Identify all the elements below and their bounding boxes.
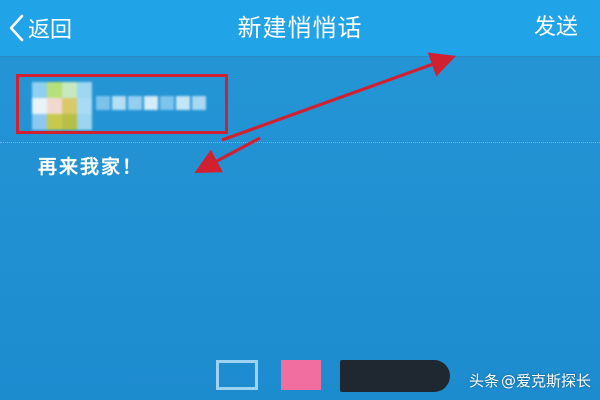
color-swatch-dark[interactable]: [340, 360, 450, 392]
message-text[interactable]: 再来我家！: [38, 152, 143, 179]
color-swatch-outline[interactable]: [216, 360, 258, 390]
color-swatch-pink[interactable]: [281, 360, 321, 390]
nav-header: 返回 新建悄悄话 发送: [0, 0, 600, 57]
watermark-brand: 头条: [468, 371, 499, 390]
back-chevron-icon: [9, 14, 24, 42]
watermark-handle: @爱克斯探长: [500, 371, 591, 390]
back-label: 返回: [28, 18, 73, 43]
annotation-highlight-box: [16, 74, 228, 134]
screen: 返回 新建悄悄话 发送 再来我家！ 头条 @爱克斯探长: [0, 0, 600, 400]
watermark: 头条 @爱克斯探长: [469, 368, 592, 392]
send-button[interactable]: 发送: [534, 8, 578, 48]
back-button[interactable]: 返回: [8, 8, 72, 48]
page-title: 新建悄悄话: [237, 14, 363, 42]
